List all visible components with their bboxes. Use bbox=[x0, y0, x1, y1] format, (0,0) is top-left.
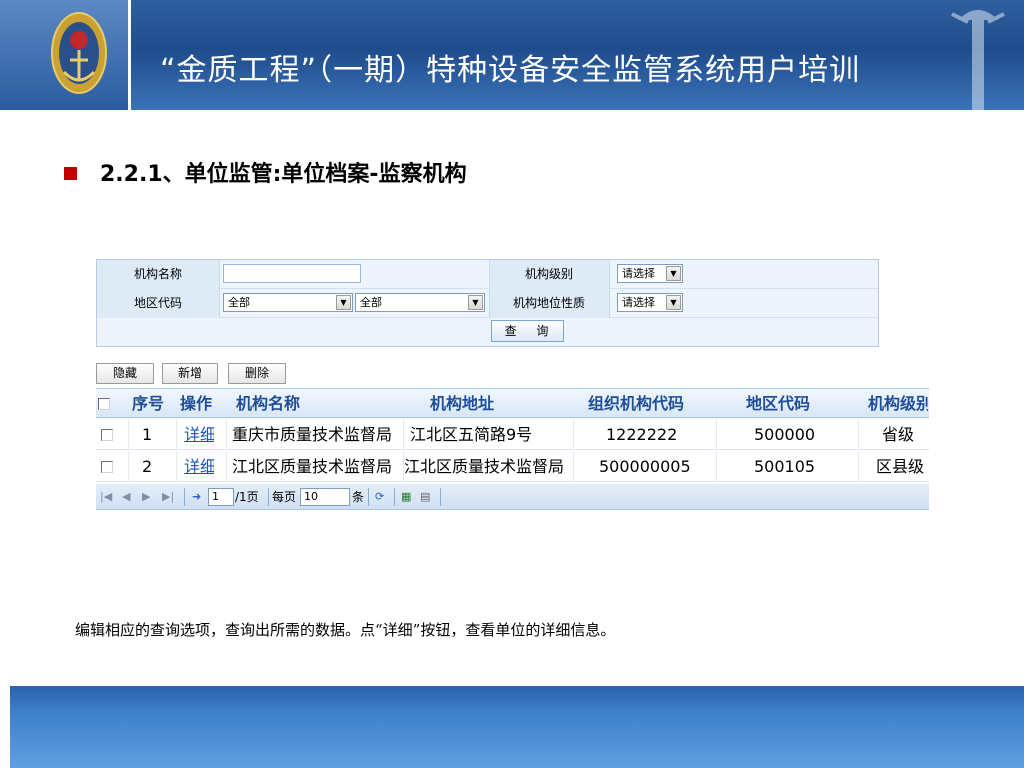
chevron-down-icon: ▼ bbox=[468, 295, 483, 310]
pager-divider bbox=[440, 488, 441, 506]
row-level: 区县级 bbox=[876, 457, 925, 476]
org-name-input[interactable] bbox=[223, 264, 361, 283]
grid-header: 序号 操作 机构名称 机构地址 组织机构代码 地区代码 机构级别 bbox=[96, 388, 929, 418]
section-title: 2.2.1、单位监管:单位档案-监察机构 bbox=[100, 162, 467, 187]
go-arrow-icon[interactable]: ➜ bbox=[192, 490, 201, 504]
slide-footer-band bbox=[10, 686, 1024, 768]
row-org-name: 江北区质量技术监督局 bbox=[232, 457, 393, 476]
row-address: 江北区质量技术监督局 bbox=[404, 457, 565, 476]
column-header-action: 操作 bbox=[180, 394, 213, 413]
column-divider bbox=[716, 420, 717, 450]
document-export-icon[interactable]: ▤ bbox=[420, 490, 430, 504]
row-org-code: 1222222 bbox=[606, 425, 678, 444]
chevron-down-icon: ▼ bbox=[336, 295, 351, 310]
per-page-value: 10 bbox=[304, 490, 318, 503]
column-divider bbox=[716, 452, 717, 482]
region-code-label: 地区代码 bbox=[97, 289, 219, 318]
excel-export-icon[interactable]: ▦ bbox=[401, 490, 411, 504]
org-level-label: 机构级别 bbox=[489, 260, 609, 289]
bullet-square-icon bbox=[64, 167, 77, 180]
region-select-district[interactable]: 全部 ▼ bbox=[355, 293, 485, 312]
row-region-code: 500000 bbox=[754, 425, 816, 444]
query-button[interactable]: 查 询 bbox=[491, 320, 564, 342]
column-divider bbox=[176, 420, 177, 450]
region-select-province-value: 全部 bbox=[228, 296, 250, 309]
select-all-checkbox[interactable] bbox=[98, 398, 110, 410]
chevron-down-icon: ▼ bbox=[666, 295, 681, 310]
column-divider bbox=[573, 420, 574, 450]
chevron-down-icon: ▼ bbox=[666, 266, 681, 281]
row-checkbox[interactable] bbox=[101, 429, 113, 441]
region-select-district-value: 全部 bbox=[360, 296, 382, 309]
row-region-code: 500105 bbox=[754, 457, 816, 476]
row-org-code: 500000005 bbox=[599, 457, 691, 476]
page-total: /1页 bbox=[235, 490, 259, 504]
org-level-value: 请选择 bbox=[622, 267, 655, 280]
next-page-icon[interactable]: ▶ bbox=[142, 490, 150, 504]
form-divider bbox=[489, 260, 490, 318]
pager-divider bbox=[368, 488, 369, 506]
last-page-icon[interactable]: ▶| bbox=[162, 490, 174, 504]
row-index: 2 bbox=[142, 457, 153, 476]
region-select-province[interactable]: 全部 ▼ bbox=[223, 293, 353, 312]
column-header-org-name: 机构名称 bbox=[236, 394, 301, 413]
column-divider bbox=[226, 452, 227, 482]
column-header-org-code: 组织机构代码 bbox=[588, 394, 685, 413]
column-divider bbox=[858, 452, 859, 482]
pager-divider bbox=[184, 488, 185, 506]
prev-page-icon[interactable]: ◀ bbox=[122, 490, 130, 504]
emblem-panel bbox=[0, 0, 128, 110]
pager-divider bbox=[394, 488, 395, 506]
form-row: 机构名称 机构级别 请选择 ▼ bbox=[97, 260, 878, 289]
column-divider bbox=[176, 452, 177, 482]
column-header-address: 机构地址 bbox=[430, 394, 495, 413]
column-divider bbox=[573, 452, 574, 482]
refresh-icon[interactable]: ⟳ bbox=[375, 490, 384, 504]
add-button[interactable]: 新增 bbox=[162, 363, 218, 384]
column-divider bbox=[403, 420, 404, 450]
column-divider bbox=[858, 420, 859, 450]
row-index: 1 bbox=[142, 425, 153, 444]
per-page-select[interactable]: 10 bbox=[300, 488, 350, 506]
column-divider bbox=[128, 420, 129, 450]
pager-divider bbox=[268, 488, 269, 506]
slide-title: “金质工程”（一期）特种设备安全监管系统用户培训 bbox=[160, 53, 861, 88]
quality-emblem-icon bbox=[51, 12, 107, 94]
form-row: 地区代码 全部 ▼ 全部 ▼ 机构地位性质 请选择 ▼ bbox=[97, 289, 878, 318]
pagination-bar: |◀ ◀ ▶ ▶| ➜ 1 /1页 每页 10 条 ⟳ ▦ ▤ bbox=[96, 484, 929, 510]
org-status-label: 机构地位性质 bbox=[489, 289, 609, 318]
slide-header: “金质工程”（一期）特种设备安全监管系统用户培训 bbox=[0, 0, 1024, 110]
first-page-icon[interactable]: |◀ bbox=[100, 490, 112, 504]
row-checkbox[interactable] bbox=[101, 461, 113, 473]
row-org-name: 重庆市质量技术监督局 bbox=[232, 425, 393, 444]
table-row: 1 详细 重庆市质量技术监督局 江北区五简路9号 1222222 500000 … bbox=[96, 420, 929, 450]
org-name-label: 机构名称 bbox=[97, 260, 219, 289]
per-page-unit: 条 bbox=[352, 490, 365, 504]
table-row: 2 详细 江北区质量技术监督局 江北区质量技术监督局 500000005 500… bbox=[96, 452, 929, 482]
column-divider bbox=[226, 420, 227, 450]
org-status-select[interactable]: 请选择 ▼ bbox=[617, 293, 683, 312]
org-level-select[interactable]: 请选择 ▼ bbox=[617, 264, 683, 283]
form-divider bbox=[219, 260, 220, 318]
query-form: 机构名称 机构级别 请选择 ▼ 地区代码 全部 ▼ 全部 ▼ 机构地位性质 请选… bbox=[96, 259, 879, 347]
row-address: 江北区五简路9号 bbox=[410, 425, 533, 444]
page-number-input[interactable]: 1 bbox=[208, 488, 234, 506]
per-page-label: 每页 bbox=[272, 490, 297, 504]
column-divider bbox=[128, 452, 129, 482]
column-header-index: 序号 bbox=[132, 394, 165, 413]
pillar-decoration-icon bbox=[951, 10, 1005, 110]
form-row bbox=[97, 318, 878, 347]
detail-link[interactable]: 详细 bbox=[184, 420, 214, 450]
detail-link[interactable]: 详细 bbox=[184, 452, 214, 482]
delete-button[interactable]: 删除 bbox=[228, 363, 286, 384]
row-level: 省级 bbox=[882, 425, 915, 444]
header-divider bbox=[128, 0, 131, 110]
column-header-level: 机构级别 bbox=[868, 394, 928, 413]
org-status-value: 请选择 bbox=[622, 296, 655, 309]
form-divider bbox=[609, 260, 610, 318]
hide-button[interactable]: 隐藏 bbox=[96, 363, 154, 384]
column-header-region-code: 地区代码 bbox=[746, 394, 811, 413]
instruction-caption: 编辑相应的查询选项，查询出所需的数据。点“详细”按钮，查看单位的详细信息。 bbox=[75, 621, 616, 639]
